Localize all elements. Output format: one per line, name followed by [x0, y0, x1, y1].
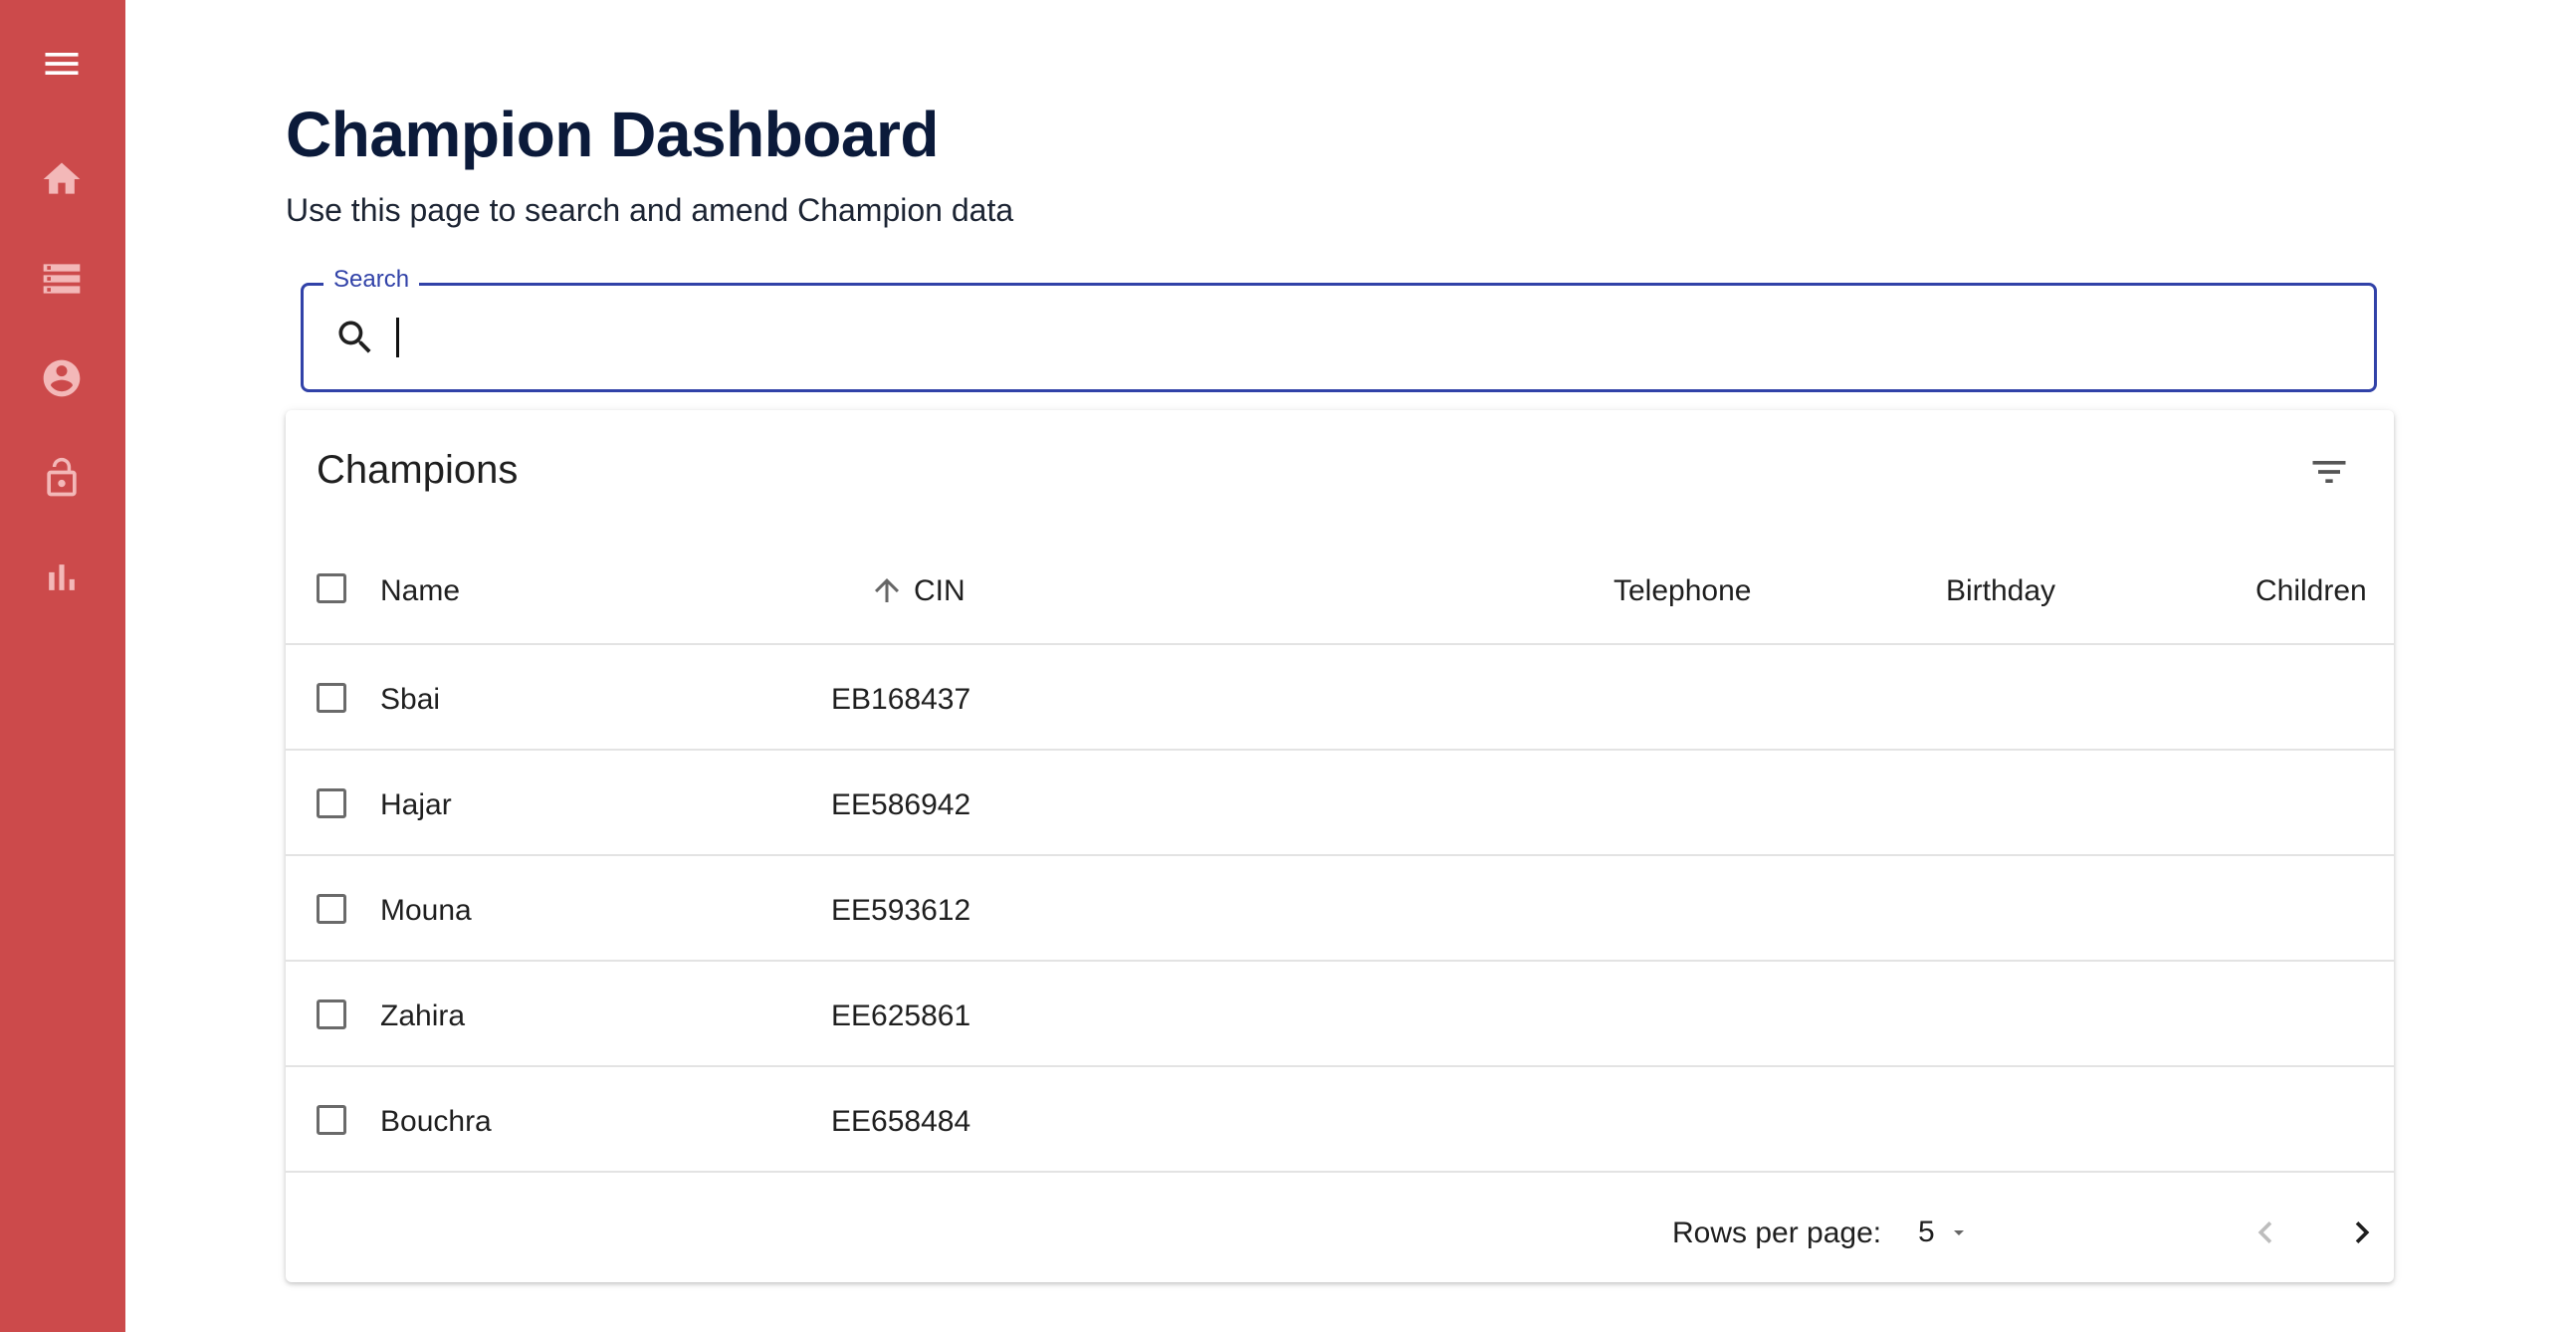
- page-title: Champion Dashboard: [286, 99, 939, 170]
- arrow-upward-icon[interactable]: [869, 572, 905, 608]
- cell-name: Sbai: [380, 683, 441, 716]
- row-checkbox[interactable]: [317, 788, 346, 818]
- row-checkbox[interactable]: [317, 1105, 346, 1135]
- column-header-birthday[interactable]: Birthday: [1946, 574, 2055, 608]
- search-input[interactable]: [391, 310, 2346, 367]
- table-row[interactable]: Zahira EE625861: [286, 962, 2394, 1067]
- search-label: Search: [323, 266, 420, 294]
- cell-cin: EE586942: [831, 788, 971, 821]
- table-row[interactable]: Hajar EE586942: [286, 751, 2394, 856]
- table-row[interactable]: Sbai EB168437: [286, 645, 2394, 751]
- bar-chart-icon[interactable]: [34, 550, 90, 605]
- table-header-row: Name CIN Telephone Birthday Children: [286, 540, 2394, 645]
- rows-per-page-label: Rows per page:: [1672, 1217, 1882, 1249]
- next-page-button[interactable]: [2336, 1207, 2388, 1258]
- search-icon: [333, 316, 377, 359]
- cell-name: Bouchra: [380, 1105, 492, 1138]
- table-row[interactable]: Mouna EE593612: [286, 856, 2394, 962]
- cell-name: Zahira: [380, 999, 466, 1032]
- cell-name: Hajar: [380, 788, 452, 821]
- arrow-drop-down-icon: [1947, 1221, 1971, 1244]
- filter-list-icon[interactable]: [2305, 448, 2353, 496]
- home-icon[interactable]: [34, 151, 90, 207]
- chevron-left-icon: [2257, 1221, 2272, 1243]
- previous-page-button[interactable]: [2240, 1207, 2291, 1258]
- page-subtitle: Use this page to search and amend Champi…: [286, 192, 1014, 228]
- chevron-right-icon: [2355, 1221, 2370, 1243]
- row-checkbox[interactable]: [317, 683, 346, 713]
- champions-table-card: Champions Name CIN Telephone Birthday Ch…: [286, 410, 2394, 1282]
- table-row[interactable]: Bouchra EE658484: [286, 1067, 2394, 1173]
- account-circle-icon[interactable]: [34, 350, 90, 406]
- row-checkbox[interactable]: [317, 999, 346, 1029]
- column-header-children[interactable]: Children: [2255, 574, 2367, 608]
- lock-open-icon[interactable]: [34, 450, 90, 506]
- select-all-checkbox[interactable]: [317, 573, 346, 603]
- table-title: Champions: [317, 448, 519, 492]
- row-checkbox[interactable]: [317, 894, 346, 924]
- storage-icon[interactable]: [34, 251, 90, 307]
- cell-cin: EE658484: [831, 1105, 971, 1138]
- cell-cin: EB168437: [831, 683, 971, 716]
- text-cursor: [396, 318, 399, 357]
- sidebar: [0, 0, 125, 1332]
- cell-cin: EE625861: [831, 999, 971, 1032]
- cell-name: Mouna: [380, 894, 472, 927]
- column-header-cin[interactable]: CIN: [914, 574, 966, 608]
- search-field[interactable]: Search: [301, 266, 2377, 392]
- column-header-name[interactable]: Name: [380, 574, 460, 608]
- rows-per-page-value: 5: [1918, 1216, 1935, 1248]
- menu-icon[interactable]: [34, 36, 90, 92]
- column-header-telephone[interactable]: Telephone: [1613, 574, 1751, 608]
- rows-per-page-select[interactable]: 5: [1918, 1213, 1971, 1252]
- cell-cin: EE593612: [831, 894, 971, 927]
